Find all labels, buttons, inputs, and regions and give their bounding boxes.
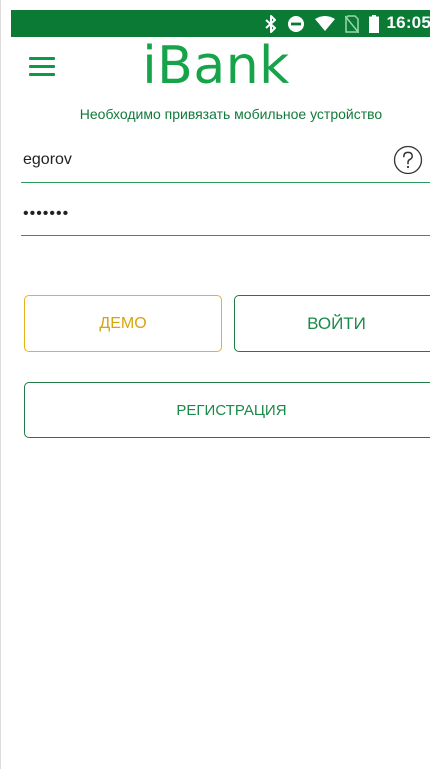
app-title: iBank (142, 36, 290, 96)
wifi-icon (315, 16, 335, 32)
status-time: 16:05 (386, 13, 430, 32)
login-input[interactable] (21, 146, 363, 174)
no-sim-icon (345, 15, 359, 33)
demo-button-label: ДЕМО (99, 314, 147, 332)
login-button[interactable]: ВОЙТИ (234, 295, 430, 352)
register-button[interactable]: РЕГИСТРАЦИЯ (24, 382, 430, 438)
do-not-disturb-icon (287, 15, 305, 33)
device-binding-notice: Необходимо привязать мобильное устройств… (79, 106, 383, 122)
bluetooth-icon (265, 15, 277, 33)
battery-icon (369, 15, 379, 33)
question-mark-icon (393, 145, 423, 179)
app-screen: 16:05 iBank Необходимо привязать мобильн… (0, 0, 430, 769)
help-button[interactable] (393, 145, 423, 175)
password-input[interactable] (21, 200, 363, 228)
login-field-container (21, 145, 430, 183)
login-button-label: ВОЙТИ (307, 313, 366, 333)
status-bar: 16:05 (11, 10, 430, 37)
password-field-container (21, 200, 430, 236)
status-icons (265, 14, 379, 34)
register-button-label: РЕГИСТРАЦИЯ (176, 401, 287, 419)
demo-button[interactable]: ДЕМО (24, 295, 222, 352)
